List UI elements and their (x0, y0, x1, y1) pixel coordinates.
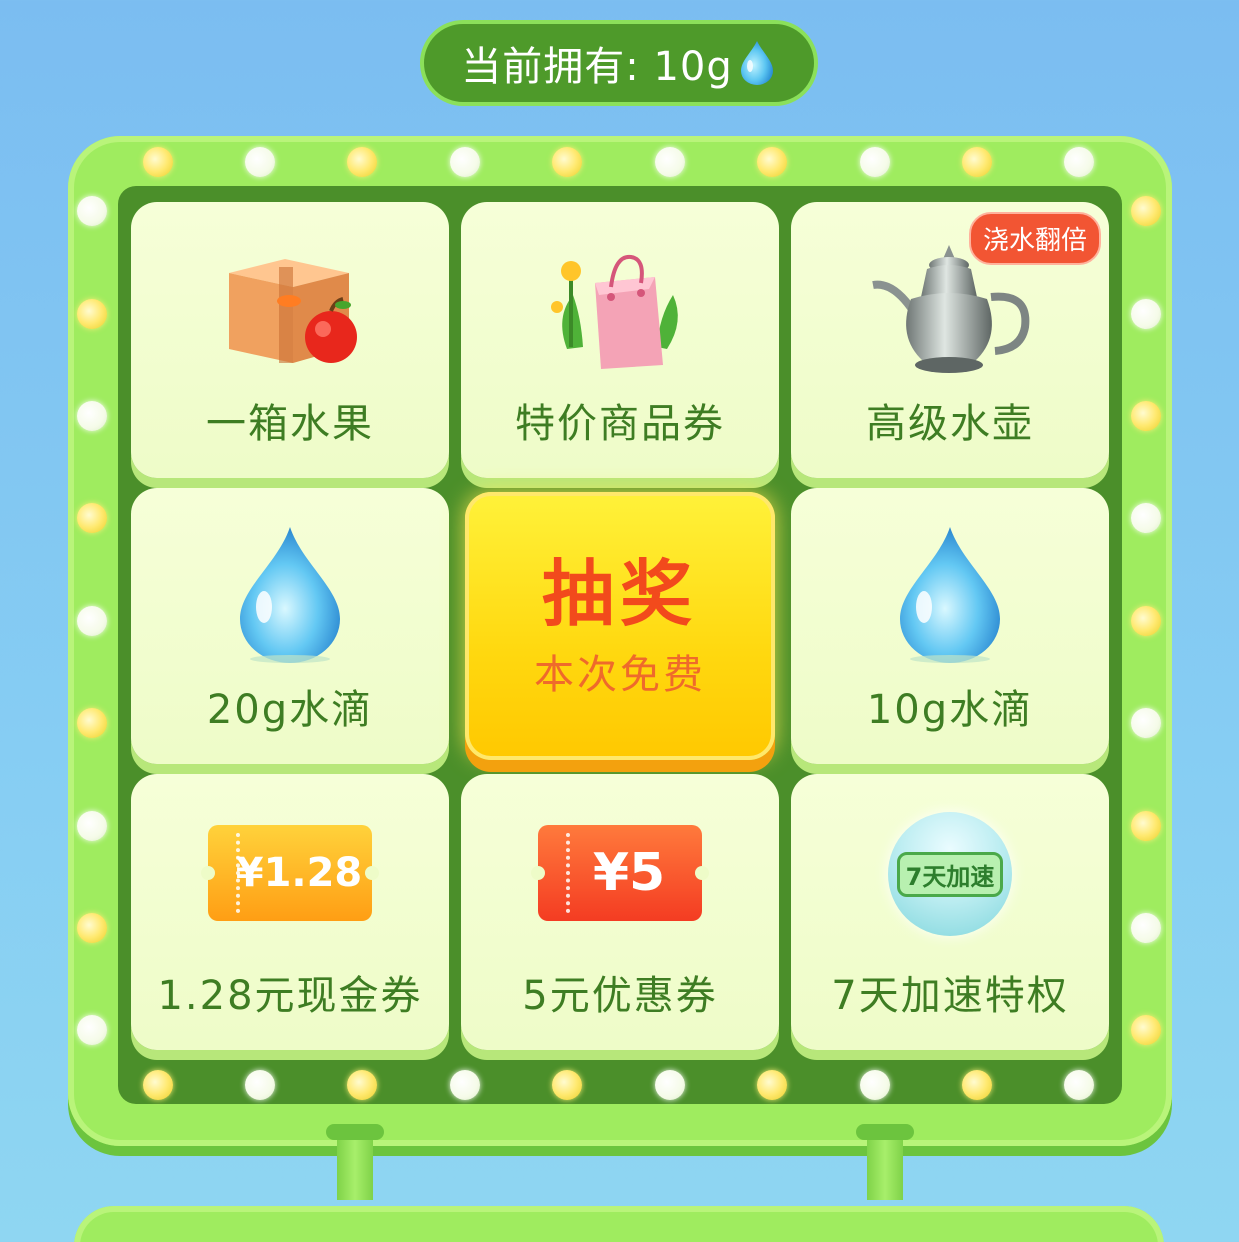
bulb-light (245, 1070, 275, 1100)
prize-tile-20g-water: 20g水滴 (131, 488, 449, 764)
prize-tile-speed-boost: 7天加速 7天加速特权 (791, 774, 1109, 1050)
bulb-light (1131, 196, 1161, 226)
prize-label: 10g水滴 (866, 687, 1034, 733)
water-balance-pill: 当前拥有: 10g (420, 20, 818, 106)
sign-post (867, 1140, 903, 1200)
prize-label: 7天加速特权 (831, 973, 1069, 1019)
bulb-light (77, 503, 107, 533)
prize-tile-teapot: 浇水翻倍 高级水壶 (791, 202, 1109, 478)
bulb-light (347, 147, 377, 177)
bulb-light (77, 299, 107, 329)
water-balance-text: 当前拥有: 10g (461, 44, 733, 90)
bulb-light (450, 147, 480, 177)
prize-tile-fruit-box: 一箱水果 (131, 202, 449, 478)
bulb-light (245, 147, 275, 177)
sign-post-cap (326, 1124, 384, 1140)
bulb-light (77, 196, 107, 226)
speed-boost-text: 7天加速 (896, 851, 1004, 897)
prize-tile-cash-coupon: ¥1.28 1.28元现金券 (131, 774, 449, 1050)
prize-tile-discount-goods: 特价商品券 (461, 202, 779, 478)
sign-post (337, 1140, 373, 1200)
bulb-light (552, 1070, 582, 1100)
bulb-light (1131, 606, 1161, 636)
bulb-light (962, 147, 992, 177)
cash-coupon-icon: ¥1.28 (208, 825, 372, 921)
sign-post-cap (856, 1124, 914, 1140)
water-drop-icon (240, 527, 340, 663)
bulb-light (77, 401, 107, 431)
bulb-light (552, 147, 582, 177)
fruit-box-icon (229, 259, 357, 363)
coupon-amount: ¥5 (592, 843, 666, 903)
water-drop-icon (740, 41, 773, 85)
bulb-light (655, 1070, 685, 1100)
bulb-light (77, 606, 107, 636)
bulb-light (1131, 708, 1161, 738)
draw-button-subtitle: 本次免费 (534, 652, 706, 698)
discount-coupon-icon: ¥5 (538, 825, 702, 921)
bulb-light (757, 1070, 787, 1100)
bulb-light (962, 1070, 992, 1100)
speed-boost-icon: 7天加速 (888, 812, 1012, 936)
prize-label: 特价商品券 (515, 401, 725, 447)
bulb-light (1131, 811, 1161, 841)
bulb-light (347, 1070, 377, 1100)
bulb-light (1131, 1015, 1161, 1045)
lower-board (74, 1206, 1164, 1242)
prize-label: 5元优惠券 (522, 973, 718, 1019)
bulb-light (1131, 401, 1161, 431)
prize-label: 一箱水果 (206, 401, 374, 447)
prize-label: 20g水滴 (206, 687, 374, 733)
bulb-light (1064, 147, 1094, 177)
water-drop-icon (900, 527, 1000, 663)
bulb-light (1131, 299, 1161, 329)
bulb-light (77, 708, 107, 738)
double-water-badge: 浇水翻倍 (968, 212, 1101, 265)
draw-button-title: 抽奖 (541, 552, 698, 636)
prize-label: 高级水壶 (866, 401, 1034, 447)
shopping-bag-icon (551, 254, 678, 369)
prize-tile-10g-water: 10g水滴 (791, 488, 1109, 764)
bulb-light (1131, 913, 1161, 943)
bulb-light (655, 147, 685, 177)
coupon-amount: ¥1.28 (235, 850, 363, 896)
draw-button[interactable]: 抽奖 本次免费 (465, 492, 775, 760)
prize-label: 1.28元现金券 (157, 973, 423, 1019)
bulb-light (860, 147, 890, 177)
bulb-light (143, 1070, 173, 1100)
bulb-light (1131, 503, 1161, 533)
bulb-light (77, 913, 107, 943)
bulb-light (77, 811, 107, 841)
bulb-light (450, 1070, 480, 1100)
bulb-light (77, 1015, 107, 1045)
prize-tile-discount-coupon: ¥5 5元优惠券 (461, 774, 779, 1050)
bulb-light (860, 1070, 890, 1100)
bulb-light (757, 147, 787, 177)
bulb-light (143, 147, 173, 177)
bulb-light (1064, 1070, 1094, 1100)
